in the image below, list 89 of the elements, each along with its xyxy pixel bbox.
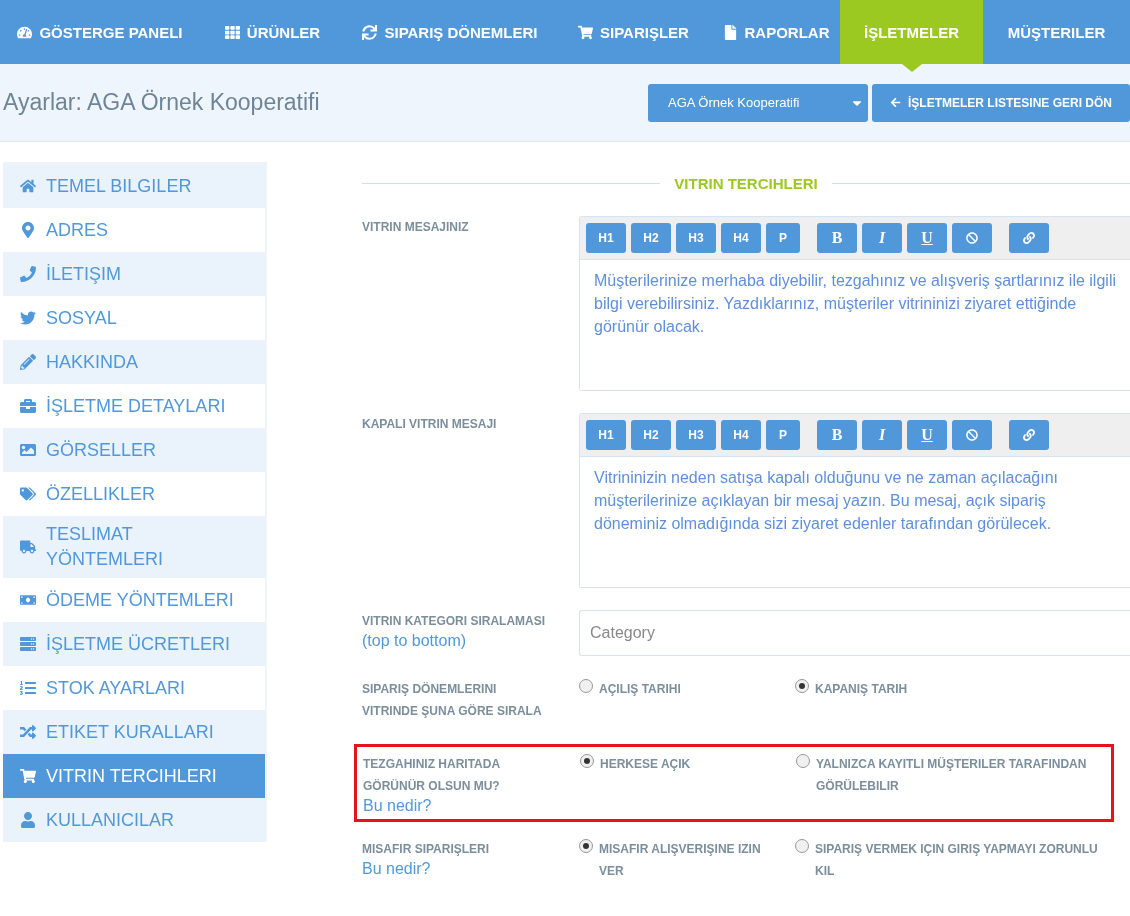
- truck-icon: [20, 539, 36, 555]
- format-button[interactable]: U: [907, 223, 947, 253]
- nav-tab[interactable]: GÖSTERGE PANELI: [0, 0, 200, 64]
- category-field[interactable]: Category: [579, 610, 1130, 656]
- map-pin-icon: [20, 222, 36, 238]
- tags-icon: [20, 486, 36, 502]
- bird-icon: [20, 310, 36, 326]
- format-button[interactable]: H2: [631, 223, 671, 253]
- grid-icon: [224, 24, 240, 40]
- radio-button[interactable]: [795, 679, 809, 693]
- chain-link-icon: [1023, 232, 1035, 244]
- radio-button[interactable]: [796, 754, 810, 768]
- nav-tab[interactable]: SIPARIŞLER: [555, 0, 712, 64]
- business-select[interactable]: AGA Örnek Kooperatifi: [647, 83, 868, 122]
- format-button[interactable]: B: [817, 223, 857, 253]
- radio-option[interactable]: SIPARIŞ VERMEK IÇIN GIRIŞ YAPMAYI ZORUNLU KIL: [795, 838, 1110, 882]
- sidebar-item[interactable]: TESLIMAT YÖNTEMLERI: [3, 516, 265, 578]
- image-icon: [20, 442, 36, 458]
- phone-icon: [20, 266, 36, 282]
- link-button[interactable]: [1009, 420, 1049, 450]
- format-button[interactable]: U: [907, 420, 947, 450]
- format-button[interactable]: I: [862, 420, 902, 450]
- format-button[interactable]: H4: [721, 223, 761, 253]
- field-label: VITRIN KATEGORI SIRALAMASI: [362, 613, 547, 630]
- radio-button[interactable]: [579, 839, 593, 853]
- gauge-icon: [17, 24, 33, 40]
- sidebar-item[interactable]: İLETIŞIM: [3, 252, 265, 296]
- radio-option[interactable]: MISAFIR ALIŞVERIŞINE IZIN VER: [579, 838, 795, 882]
- shuffle-icon: [20, 724, 36, 740]
- server-icon: [20, 636, 36, 652]
- clear-format-button[interactable]: [952, 223, 992, 253]
- help-link[interactable]: (top to bottom): [362, 632, 547, 650]
- document-icon: [722, 24, 738, 40]
- section-title: VITRIN TERCIHLERI: [674, 174, 818, 192]
- radio-option[interactable]: AÇILIŞ TARIHI: [579, 678, 795, 722]
- radio-button[interactable]: [580, 754, 594, 768]
- field-label: VITRIN MESAJINIZ: [362, 219, 470, 236]
- page-title: Ayarlar: AGA Örnek Kooperatifi: [3, 89, 321, 116]
- format-button[interactable]: H1: [586, 223, 626, 253]
- clear-format-button[interactable]: [952, 420, 992, 450]
- format-button[interactable]: H1: [586, 420, 626, 450]
- prohibited-icon: [966, 232, 978, 244]
- banknote-icon: [20, 592, 36, 608]
- help-link[interactable]: Bu nedir?: [363, 797, 548, 815]
- arrow-left-icon: [889, 97, 901, 108]
- nav-tab[interactable]: MÜŞTERILER: [983, 0, 1130, 64]
- format-button[interactable]: H3: [676, 223, 716, 253]
- back-button[interactable]: İŞLETMELER LISTESINE GERI DÖN: [871, 83, 1130, 122]
- rich-text-editor[interactable]: [579, 413, 1130, 588]
- format-button[interactable]: P: [766, 420, 800, 450]
- radio-option[interactable]: KAPANIŞ TARIH: [795, 678, 1110, 722]
- radio-option[interactable]: HERKESE AÇIK: [580, 753, 796, 815]
- user-icon: [20, 812, 36, 828]
- sidebar-item[interactable]: TEMEL BILGILER: [3, 164, 265, 208]
- briefcase-icon: [20, 398, 36, 414]
- sidebar-item[interactable]: İŞLETME ÜCRETLERI: [3, 622, 265, 666]
- chain-link-icon: [1023, 429, 1035, 441]
- field-label: SIPARIŞ DÖNEMLERINI VITRINDE ŞUNA GÖRE SIRALA: [362, 681, 543, 720]
- sidebar-item[interactable]: VITRIN TERCIHLERI: [3, 754, 265, 798]
- format-button[interactable]: H4: [721, 420, 761, 450]
- refresh-icon: [362, 24, 378, 40]
- prohibited-icon: [966, 429, 978, 441]
- cart-icon: [20, 768, 36, 784]
- field-label: TEZGAHINIZ HARITADA GÖRÜNÜR OLSUN MU?: [363, 756, 501, 795]
- radio-button[interactable]: [795, 839, 809, 853]
- format-button[interactable]: P: [766, 223, 800, 253]
- link-button[interactable]: [1009, 223, 1049, 253]
- sidebar-item[interactable]: KULLANICILAR: [3, 798, 265, 842]
- field-label: KAPALI VITRIN MESAJI: [362, 416, 498, 433]
- pencil-icon: [20, 354, 36, 370]
- home-icon: [20, 178, 36, 194]
- rich-text-editor[interactable]: H1 H2 H3 H4 P B I U Müşterilerinize merhaba diyebilir, tezgahınız ve alışveriş şartlarınız ile ilgili bilgi verebilirsiniz. Yazdıklarınız, müşteriler vitrininizi ziyaret ettiğinde görünür olacak.: [579, 216, 1130, 391]
- format-button[interactable]: I: [862, 223, 902, 253]
- numbered-list-icon: [20, 680, 36, 696]
- nav-tab[interactable]: İŞLETMELER: [840, 0, 983, 64]
- nav-tab[interactable]: ÜRÜNLER: [200, 0, 345, 64]
- cart-icon: [578, 24, 594, 40]
- nav-tab[interactable]: RAPORLAR: [712, 0, 840, 64]
- sidebar-item[interactable]: ETIKET KURALLARI: [3, 710, 265, 754]
- help-link[interactable]: Bu nedir?: [362, 860, 547, 878]
- sidebar-item[interactable]: HAKKINDA: [3, 340, 265, 384]
- format-button[interactable]: H2: [631, 420, 671, 450]
- nav-tab[interactable]: SIPARIŞ DÖNEMLERI: [345, 0, 555, 64]
- radio-button[interactable]: [579, 679, 593, 693]
- field-label: MISAFIR SIPARIŞLERI: [362, 841, 491, 858]
- radio-option[interactable]: YALNIZCA KAYITLI MÜŞTERILER TARAFINDAN GÖRÜLEBILIR: [796, 753, 1111, 815]
- sidebar-item[interactable]: GÖRSELLER: [3, 428, 265, 472]
- format-button[interactable]: H3: [676, 420, 716, 450]
- format-button[interactable]: B: [817, 420, 857, 450]
